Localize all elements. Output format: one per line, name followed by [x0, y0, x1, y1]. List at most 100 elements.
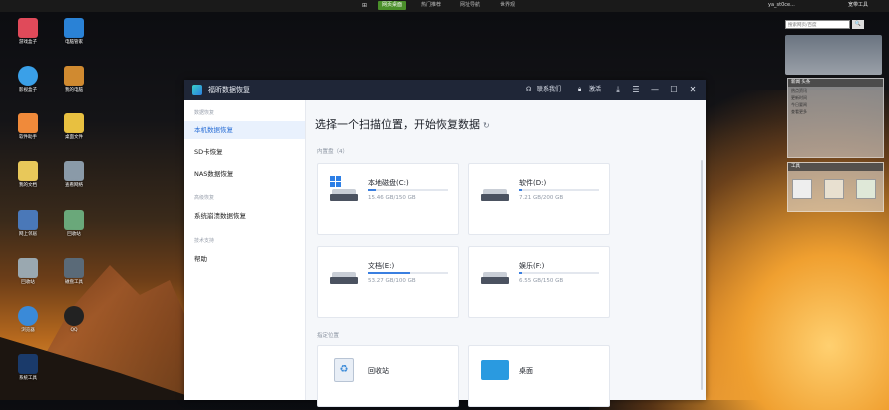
drive-usage-fill	[368, 272, 411, 274]
folder-key-icon	[64, 113, 84, 133]
drive-usage-bar	[519, 272, 599, 274]
desktop-icon-computer[interactable]: 我的电脑	[59, 66, 89, 93]
desktop-icon-recycle-2[interactable]: 回收站	[13, 258, 43, 285]
drive-name: 本地磁盘(C:)	[368, 179, 409, 187]
hard-drive-icon	[330, 189, 358, 201]
contact-us-link[interactable]: 联系我们	[537, 80, 561, 100]
sidebar-item-sd-recovery[interactable]: SD卡恢复	[184, 143, 305, 161]
recycle-bin-icon	[18, 258, 38, 278]
page-title-text: 选择一个扫描位置，开始恢复数据	[315, 118, 480, 131]
desktop-icon-qq[interactable]: QQ	[59, 306, 89, 333]
desktop-icon-system[interactable]: 系统工具	[13, 354, 43, 381]
computer-icon	[64, 66, 84, 86]
tool-thumb-icon[interactable]	[792, 179, 812, 199]
drive-usage-bar	[519, 189, 599, 191]
headset-icon[interactable]: ☊	[526, 80, 531, 100]
desktop-folder-icon	[481, 360, 509, 380]
desktop-icon-game[interactable]: 游戏盒子	[13, 18, 43, 45]
app-logo-icon	[192, 85, 202, 95]
refresh-icon[interactable]: ↻	[483, 121, 490, 130]
drive-usage-bar	[368, 189, 448, 191]
desktop-icon-network[interactable]: 查看网络	[59, 161, 89, 188]
desktop-icon-assistant[interactable]: 软件助手	[13, 113, 43, 140]
drive-card-f[interactable]: 娱乐(F:) 6.55 GB/150 GB	[468, 246, 610, 318]
desktop-icon-disk-tools[interactable]: 磁盘工具	[59, 258, 89, 285]
internal-disks-label: 内置盘（4）	[317, 149, 348, 155]
drive-size: 6.55 GB/150 GB	[519, 278, 564, 284]
news-line[interactable]: 今日要闻	[788, 101, 883, 108]
taskbar-tab-3[interactable]: 网址导航	[456, 1, 484, 10]
desktop-search-input[interactable]: 搜索网页/百度	[785, 20, 850, 29]
location-card-desktop[interactable]: 桌面	[468, 345, 610, 407]
location-name: 回收站	[368, 367, 389, 375]
close-icon[interactable]: ✕	[686, 80, 700, 100]
sidebar-item-local-recovery[interactable]: 本机数据恢复	[184, 121, 305, 139]
news-line[interactable]: 更新时间	[788, 94, 883, 101]
news-gadget[interactable]: 新闻 头条 热点资讯 更新时间 今日要闻 查看更多	[787, 78, 884, 158]
drive-card-c[interactable]: 本地磁盘(C:) 15.46 GB/150 GB	[317, 163, 459, 235]
documents-icon	[18, 161, 38, 181]
maximize-icon[interactable]: ☐	[667, 80, 681, 100]
sidebar-section-recovery: 数据恢复	[194, 110, 215, 116]
tool-thumb-icon[interactable]	[856, 179, 876, 199]
news-line[interactable]: 查看更多	[788, 108, 883, 115]
search-icon[interactable]: 🔍	[852, 20, 864, 29]
system-tools-icon	[18, 354, 38, 374]
desktop-icon-neighbors[interactable]: 网上邻居	[13, 210, 43, 237]
recycle-icon	[64, 210, 84, 230]
sidebar-section-support: 技术支持	[194, 238, 215, 244]
drive-name: 软件(D:)	[519, 179, 547, 187]
download-icon[interactable]: ⤓	[611, 80, 625, 100]
taskbar-tab-1[interactable]: 网页桌面	[378, 1, 407, 10]
window-titlebar[interactable]: 福昕数据恢复 ☊ 联系我们 🔒︎ 激活 ⤓ ☰ — ☐ ✕	[184, 80, 706, 100]
hard-drive-icon	[330, 272, 358, 284]
windows-logo-icon	[330, 176, 342, 188]
sidebar-item-nas-recovery[interactable]: NAS数据恢复	[184, 165, 305, 183]
news-gadget-title: 新闻 头条	[788, 79, 883, 87]
location-card-recycle[interactable]: ♻ 回收站	[317, 345, 459, 407]
taskbar-tab-2[interactable]: 热门推荐	[417, 1, 445, 10]
drive-size: 7.21 GB/200 GB	[519, 195, 564, 201]
specified-location-label: 指定位置	[317, 333, 340, 339]
desktop-icon-video[interactable]: 影视盒子	[13, 66, 43, 93]
desktop-icon-ie[interactable]: 浏览器	[13, 306, 43, 333]
lock-icon[interactable]: 🔒︎	[578, 80, 581, 100]
top-taskbar: ⊞ 网页桌面 热门推荐 网址导航 世界观 ya_st0ce... 宽带工具	[0, 0, 889, 12]
drive-usage-fill	[519, 272, 523, 274]
news-line[interactable]: 热点资讯	[788, 87, 883, 94]
desktop-icon-recycle[interactable]: 回收站	[59, 210, 89, 237]
drive-usage-fill	[519, 189, 523, 191]
user-name[interactable]: ya_st0ce...	[768, 1, 795, 10]
menu-icon[interactable]: ☰	[629, 80, 643, 100]
sidebar-item-help[interactable]: 帮助	[184, 250, 305, 268]
hard-drive-icon	[481, 189, 509, 201]
game-icon	[18, 18, 38, 38]
scrollbar[interactable]	[701, 160, 703, 390]
window-title: 福昕数据恢复	[208, 86, 250, 94]
qq-penguin-icon	[64, 306, 84, 326]
page-title: 选择一个扫描位置，开始恢复数据 ↻	[315, 116, 490, 132]
windows-logo-icon[interactable]: ⊞	[362, 2, 370, 10]
drive-usage-bar	[368, 272, 448, 274]
broadband-tools[interactable]: 宽带工具	[848, 1, 868, 10]
sidebar-section-advanced: 高级恢复	[194, 195, 215, 201]
desktop-icon-documents[interactable]: 我的文档	[13, 161, 43, 188]
desktop-icon-manager[interactable]: 电脑管家	[59, 18, 89, 45]
drive-size: 53.27 GB/100 GB	[368, 278, 416, 284]
tool-thumb-icon[interactable]	[824, 179, 844, 199]
drive-card-e[interactable]: 文档(E:) 53.27 GB/100 GB	[317, 246, 459, 318]
video-icon	[18, 66, 38, 86]
minimize-icon[interactable]: —	[648, 80, 662, 100]
tools-gadget[interactable]: 工具	[787, 162, 884, 212]
taskbar-tab-4[interactable]: 世界观	[496, 1, 519, 10]
desktop-icon-files[interactable]: 桌面文件	[59, 113, 89, 140]
drive-usage-fill	[368, 189, 376, 191]
drive-size: 15.46 GB/150 GB	[368, 195, 416, 201]
drive-name: 娱乐(F:)	[519, 262, 545, 270]
drive-card-d[interactable]: 软件(D:) 7.21 GB/200 GB	[468, 163, 610, 235]
weather-widget[interactable]	[785, 35, 882, 75]
ie-icon	[18, 306, 38, 326]
activate-link[interactable]: 激活	[589, 80, 601, 100]
network-icon	[64, 161, 84, 181]
sidebar-item-system-crash[interactable]: 系统崩溃数据恢复	[184, 207, 305, 225]
